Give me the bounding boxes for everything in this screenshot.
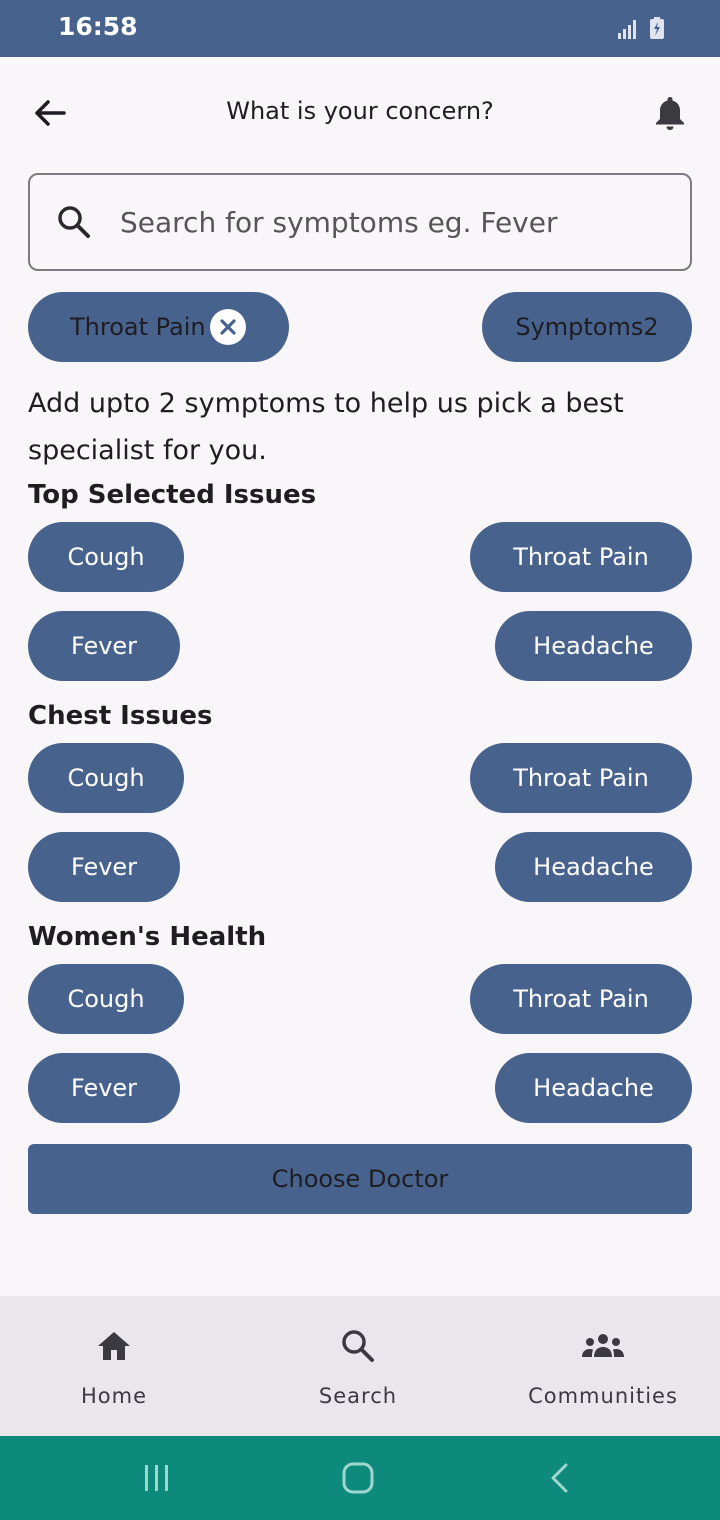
search-icon	[341, 1326, 375, 1366]
chip-headache[interactable]: Headache	[495, 1053, 692, 1123]
close-icon	[220, 319, 236, 335]
chip-throat-pain[interactable]: Throat Pain	[470, 743, 692, 813]
recents-icon	[145, 1465, 168, 1491]
nav-label-search: Search	[318, 1384, 398, 1408]
system-nav-bar	[0, 1436, 720, 1520]
signal-icon	[618, 19, 640, 43]
remove-symptom-button[interactable]	[209, 309, 246, 345]
bell-icon	[656, 97, 684, 130]
app-bar: What is your concern?	[0, 57, 720, 169]
section-title-chest-issues: Chest Issues	[28, 701, 213, 731]
bottom-nav: Home Search Communities	[0, 1296, 720, 1436]
selected-symptom-chip[interactable]: Throat Pain	[28, 292, 289, 362]
search-input[interactable]	[120, 205, 660, 239]
nav-item-home[interactable]: Home	[0, 1296, 234, 1436]
nav-item-communities[interactable]: Communities	[483, 1296, 720, 1436]
status-icons	[618, 17, 664, 43]
helper-text: Add upto 2 symptoms to help us pick a be…	[28, 388, 624, 466]
nav-item-search[interactable]: Search	[238, 1296, 478, 1436]
system-back-button[interactable]	[538, 1458, 582, 1498]
chip-fever[interactable]: Fever	[28, 832, 180, 902]
status-time: 16:58	[58, 12, 138, 41]
chip-cough[interactable]: Cough	[28, 522, 184, 592]
chip-fever[interactable]: Fever	[28, 611, 180, 681]
selected-symptom-label: Throat Pain	[70, 313, 206, 341]
recents-button[interactable]	[135, 1458, 179, 1498]
search-field	[28, 173, 692, 271]
status-bar: 16:58	[0, 0, 720, 57]
search-icon	[54, 202, 94, 242]
notification-button[interactable]	[650, 93, 690, 133]
nav-label-communities: Communities	[528, 1384, 678, 1408]
symptom-slot-2-label: Symptoms2	[515, 313, 659, 341]
chip-headache[interactable]: Headache	[495, 611, 692, 681]
home-icon	[96, 1326, 132, 1366]
symptom-slot-2[interactable]: Symptoms2	[482, 292, 692, 362]
choose-doctor-button[interactable]: Choose Doctor	[28, 1144, 692, 1214]
section-title-top-selected: Top Selected Issues	[28, 480, 317, 510]
chip-fever[interactable]: Fever	[28, 1053, 180, 1123]
nav-label-home: Home	[80, 1384, 147, 1408]
page-title: What is your concern?	[226, 97, 494, 125]
chip-cough[interactable]: Cough	[28, 964, 184, 1034]
battery-charging-icon	[650, 17, 664, 43]
section-title-womens-health: Women's Health	[28, 922, 267, 952]
chip-cough[interactable]: Cough	[28, 743, 184, 813]
chip-throat-pain[interactable]: Throat Pain	[470, 964, 692, 1034]
system-home-button[interactable]	[336, 1458, 380, 1498]
home-circle-icon	[342, 1462, 374, 1494]
groups-icon	[581, 1326, 625, 1366]
chip-headache[interactable]: Headache	[495, 832, 692, 902]
back-chevron-icon	[551, 1463, 568, 1493]
chip-throat-pain[interactable]: Throat Pain	[470, 522, 692, 592]
